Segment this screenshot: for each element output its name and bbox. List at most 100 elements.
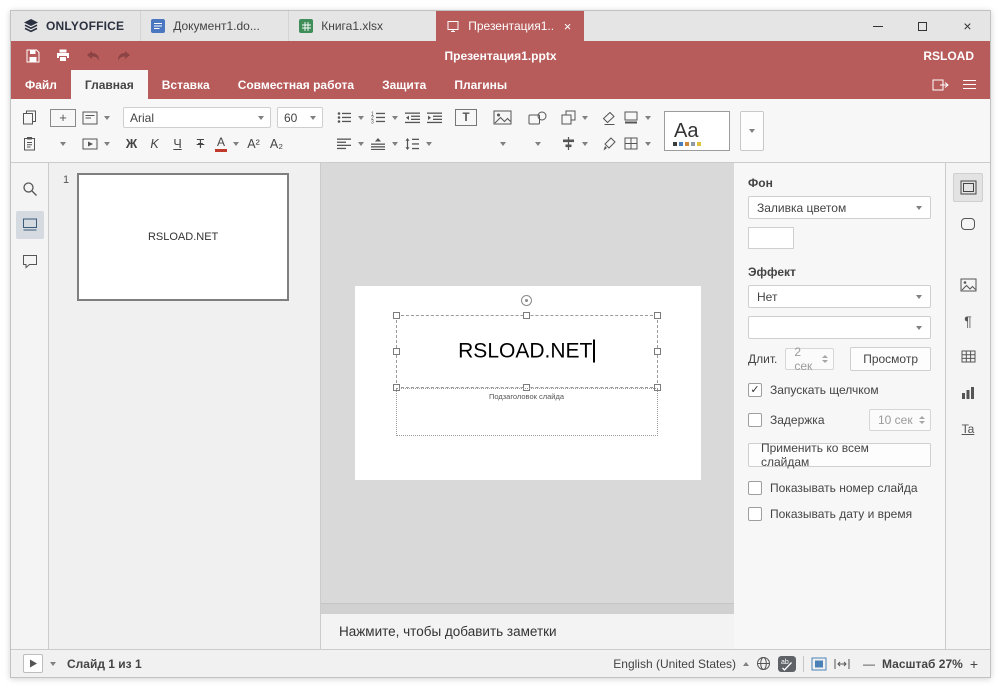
chevron-down-icon[interactable] xyxy=(358,115,364,120)
tab-collaboration[interactable]: Совместная работа xyxy=(224,70,368,99)
zoom-out-button[interactable]: — xyxy=(863,657,875,671)
shape-settings-button[interactable] xyxy=(953,209,983,238)
italic-button[interactable]: K xyxy=(146,137,163,151)
chevron-down-icon[interactable] xyxy=(499,141,506,146)
underline-button[interactable]: Ч xyxy=(169,137,186,151)
window-close-button[interactable]: × xyxy=(945,11,990,41)
chevron-down-icon[interactable] xyxy=(104,141,110,146)
open-file-location-icon[interactable] xyxy=(932,78,949,92)
show-date-time-checkbox[interactable] xyxy=(748,507,762,521)
search-button[interactable] xyxy=(16,175,44,203)
add-slide-menu-icon[interactable] xyxy=(60,141,66,146)
decrease-indent-button[interactable] xyxy=(404,109,420,127)
chevron-down-icon[interactable] xyxy=(392,141,398,146)
resize-handle[interactable] xyxy=(392,312,400,319)
tab-plugins[interactable]: Плагины xyxy=(440,70,521,99)
chart-settings-button[interactable] xyxy=(953,378,983,407)
slides-panel-button[interactable] xyxy=(15,211,44,239)
tab-insert[interactable]: Вставка xyxy=(148,70,224,99)
tab-home[interactable]: Главная xyxy=(70,70,148,99)
spinner-arrows-icon[interactable] xyxy=(822,355,829,363)
font-name-select[interactable]: Arial xyxy=(123,107,271,128)
document-tab-xlsx[interactable]: Книга1.xlsx xyxy=(288,11,436,41)
apply-to-all-slides-button[interactable]: Применить ко всем слайдам xyxy=(748,441,931,469)
align-shapes-button[interactable] xyxy=(560,135,576,153)
bold-button[interactable]: Ж xyxy=(123,137,140,151)
paragraph-settings-button[interactable]: ¶ xyxy=(953,306,983,335)
resize-handle[interactable] xyxy=(522,312,530,319)
background-color-swatch[interactable] xyxy=(748,227,794,249)
horizontal-scrollbar[interactable] xyxy=(321,603,734,613)
resize-handle[interactable] xyxy=(653,312,661,319)
chevron-down-icon[interactable] xyxy=(104,115,110,120)
horizontal-align-button[interactable] xyxy=(336,135,352,153)
start-slideshow-status-button[interactable] xyxy=(23,654,43,673)
subscript-button[interactable]: A₂ xyxy=(268,137,285,151)
table-settings-button[interactable] xyxy=(953,342,983,371)
shape-fill-button[interactable] xyxy=(623,109,639,127)
fit-to-slide-button[interactable] xyxy=(811,657,827,671)
spinner-arrows-icon[interactable] xyxy=(919,416,925,424)
spell-check-toggle[interactable]: ab xyxy=(778,655,796,672)
theme-preview[interactable]: Aa xyxy=(664,110,730,151)
duration-spinner[interactable]: 2 сек xyxy=(785,345,835,373)
clear-style-button[interactable] xyxy=(601,109,617,127)
strikethrough-button[interactable]: Ŧ xyxy=(192,137,209,151)
fit-to-width-button[interactable] xyxy=(834,658,850,670)
chevron-down-icon[interactable] xyxy=(392,115,398,120)
slide-title-text[interactable]: RSLOAD.NET xyxy=(397,339,657,363)
chevron-down-icon[interactable] xyxy=(645,141,651,146)
delay-spinner[interactable]: 10 сек xyxy=(869,409,931,431)
tab-file[interactable]: Файл xyxy=(11,70,71,99)
chevron-down-icon[interactable] xyxy=(50,661,56,666)
chevron-down-icon[interactable] xyxy=(582,141,588,146)
save-button[interactable] xyxy=(19,44,47,68)
slide-settings-button[interactable] xyxy=(953,173,983,202)
print-button[interactable] xyxy=(49,44,77,68)
tab-close-icon[interactable]: × xyxy=(561,20,574,33)
title-placeholder[interactable]: RSLOAD.NET xyxy=(392,295,661,391)
increase-indent-button[interactable] xyxy=(426,109,442,127)
delay-checkbox[interactable] xyxy=(748,413,762,427)
slide-layout-button[interactable] xyxy=(82,109,98,127)
zoom-in-button[interactable]: + xyxy=(970,656,978,672)
tab-protection[interactable]: Защита xyxy=(368,70,440,99)
start-slideshow-button[interactable] xyxy=(82,135,98,153)
insert-shape-button[interactable] xyxy=(528,109,547,127)
chevron-down-icon[interactable] xyxy=(426,141,432,146)
chevron-down-icon[interactable] xyxy=(233,141,239,146)
add-slide-button[interactable]: + xyxy=(50,108,76,127)
redo-button[interactable] xyxy=(109,44,137,68)
slide-canvas[interactable]: RSLOAD.NET Подзаголовок слайда xyxy=(354,286,701,480)
copy-style-button[interactable] xyxy=(601,135,617,153)
theme-gallery-expand-button[interactable] xyxy=(740,110,764,151)
comments-button[interactable] xyxy=(16,247,44,275)
superscript-button[interactable]: A² xyxy=(245,137,262,151)
chevron-down-icon[interactable] xyxy=(358,141,364,146)
chevron-up-icon[interactable] xyxy=(743,661,749,666)
rotate-handle[interactable] xyxy=(520,295,532,306)
document-tab-pptx-active[interactable]: Презентация1... × xyxy=(436,11,585,41)
line-spacing-button[interactable] xyxy=(404,135,420,153)
insert-image-button[interactable] xyxy=(493,109,512,127)
main-menu-icon[interactable] xyxy=(963,79,976,90)
font-color-button[interactable]: A xyxy=(215,136,227,152)
chevron-down-icon[interactable] xyxy=(645,115,651,120)
subtitle-placeholder[interactable]: Подзаголовок слайда xyxy=(395,388,658,436)
show-slide-number-checkbox[interactable] xyxy=(748,481,762,495)
chevron-down-icon[interactable] xyxy=(582,115,588,120)
color-scheme-button[interactable] xyxy=(623,135,639,153)
document-tab-docx[interactable]: Документ1.do... xyxy=(140,11,288,41)
effect-select[interactable]: Нет xyxy=(748,285,931,308)
numbered-list-button[interactable]: 123 xyxy=(370,109,386,127)
background-fill-select[interactable]: Заливка цветом xyxy=(748,196,931,219)
preview-button[interactable]: Просмотр xyxy=(850,347,931,371)
textart-settings-button[interactable]: Ta xyxy=(953,414,983,443)
effect-type-select[interactable] xyxy=(748,316,931,339)
window-minimize-button[interactable] xyxy=(855,11,900,41)
document-language-button[interactable] xyxy=(756,656,771,671)
language-selector[interactable]: English (United States) xyxy=(613,657,736,671)
slide-thumbnail[interactable]: RSLOAD.NET xyxy=(77,173,290,301)
insert-textbox-button[interactable]: T xyxy=(455,109,477,126)
bullet-list-button[interactable] xyxy=(336,109,352,127)
